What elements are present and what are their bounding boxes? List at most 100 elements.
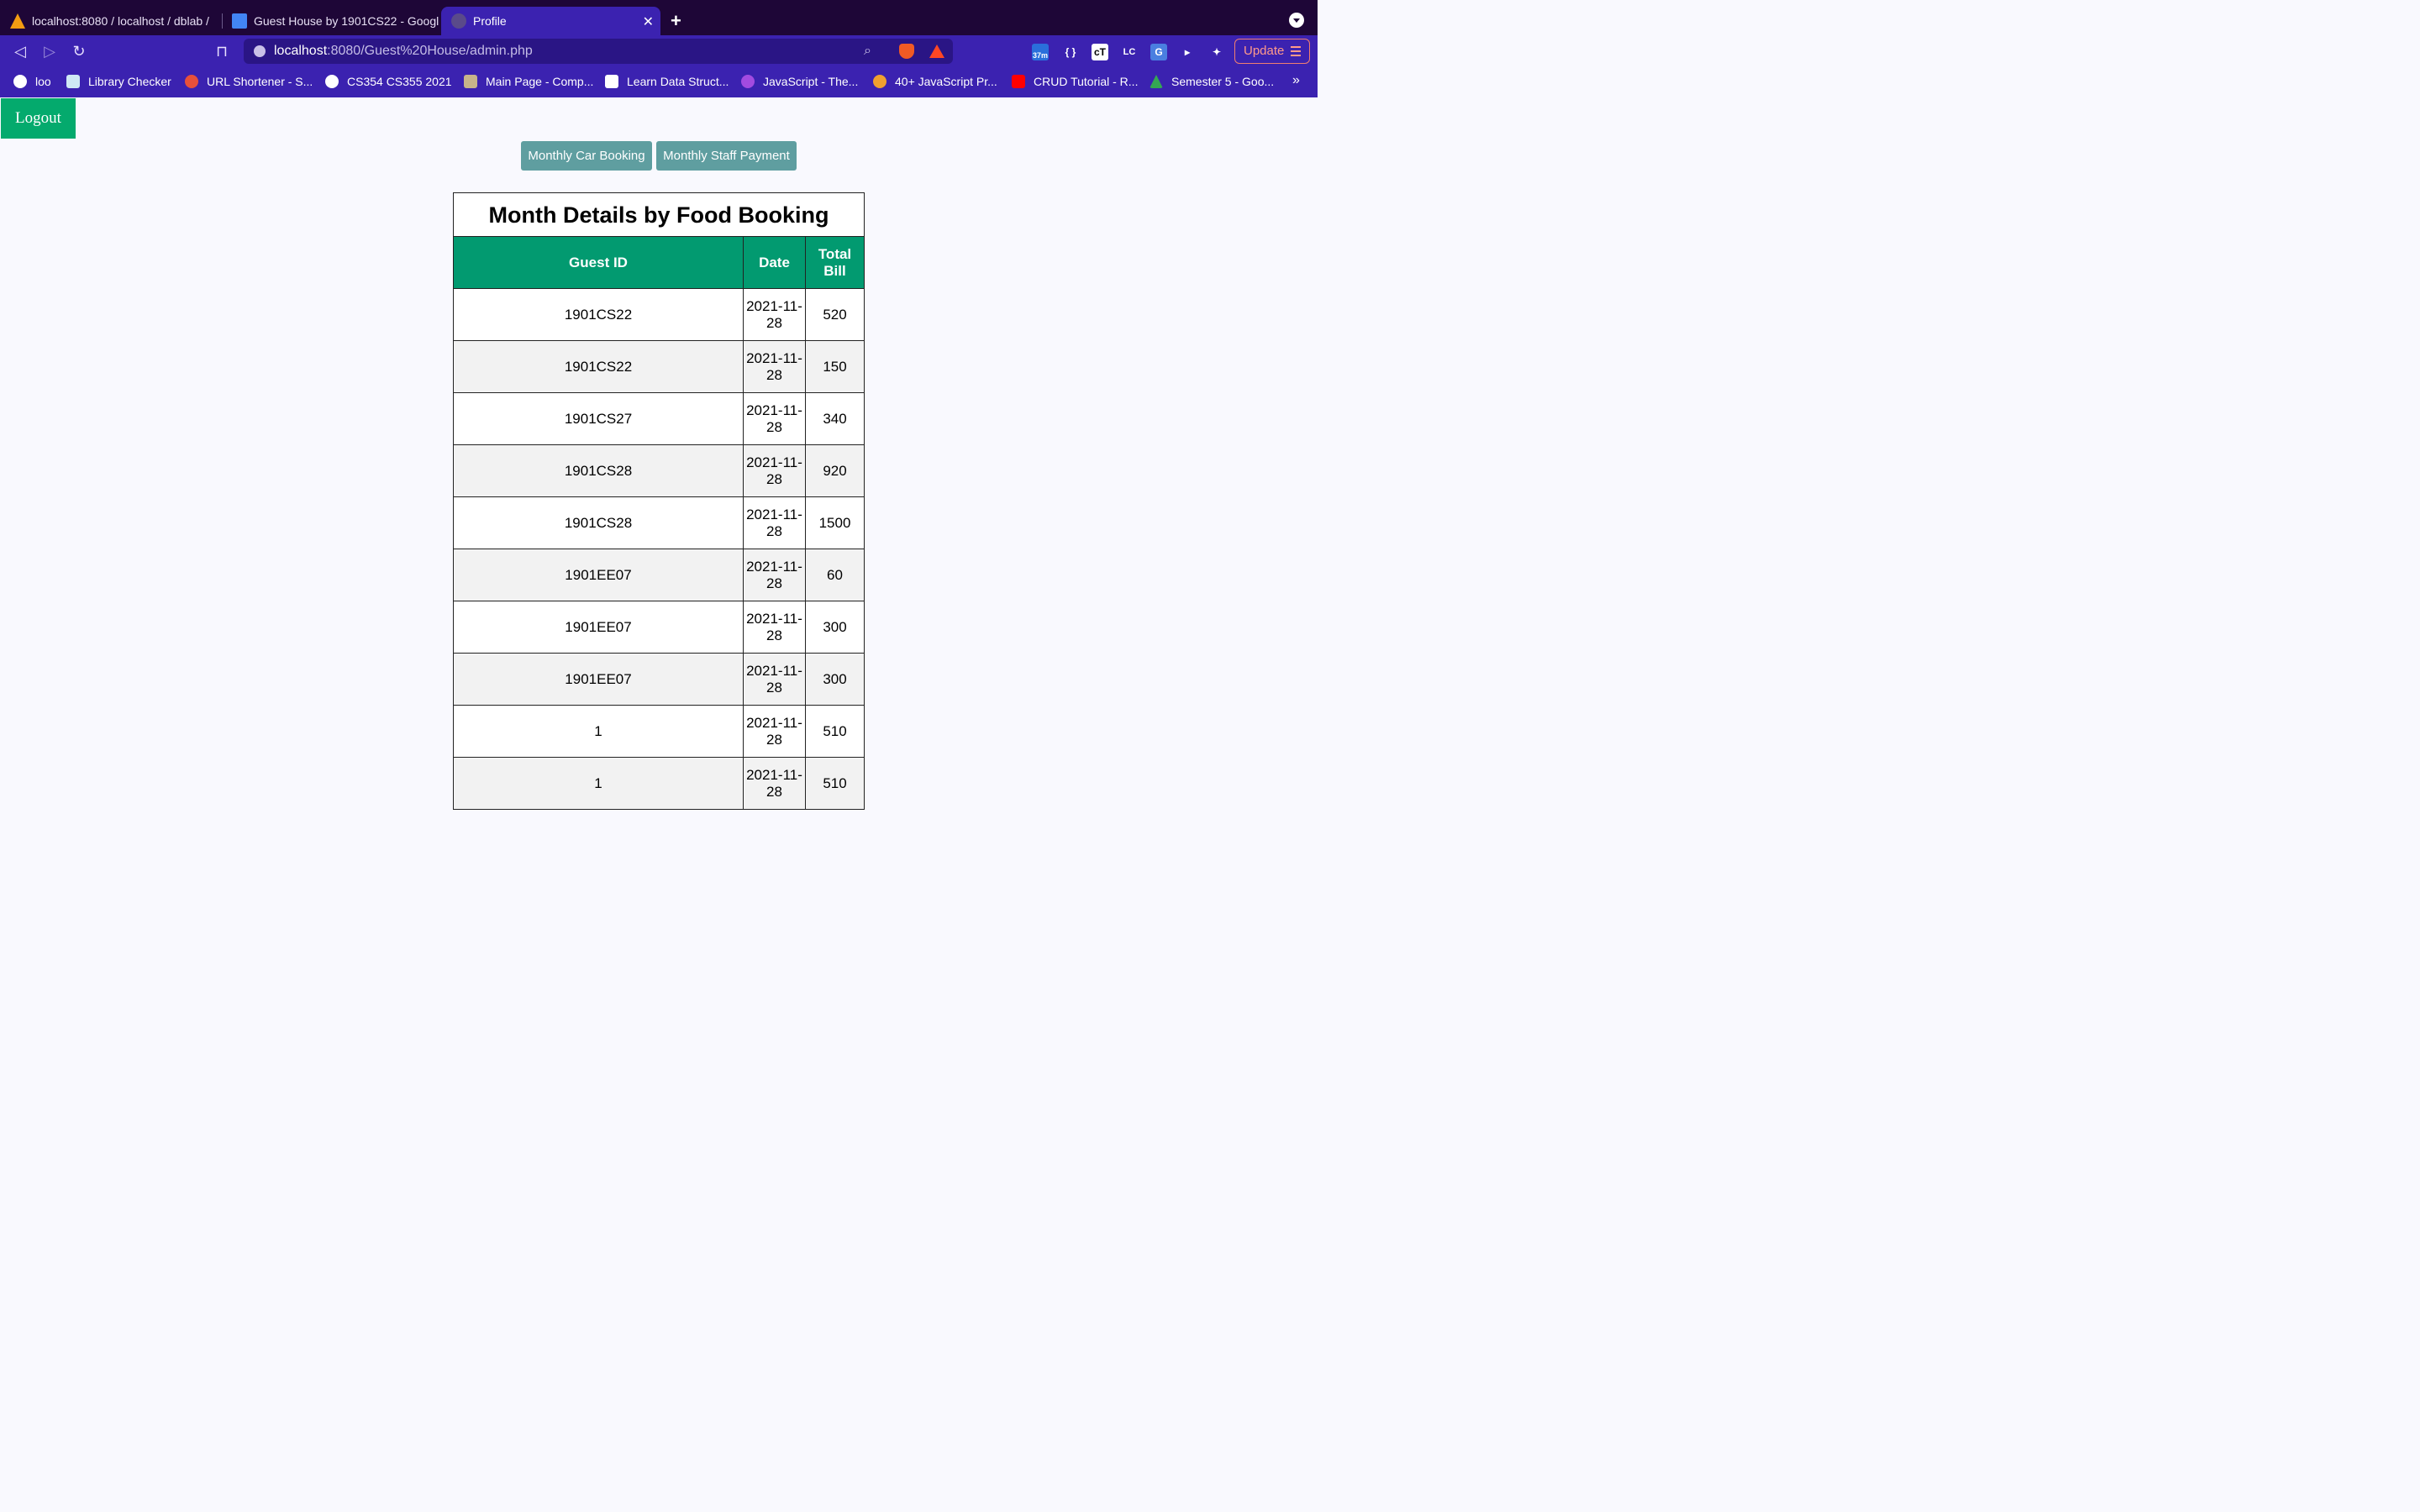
brave-shields-icon[interactable] [899,44,914,59]
bookmark-label: CS354 CS355 2021 [347,75,452,88]
date-cell: 2021-11-28 [743,601,806,654]
total-bill-cell: 150 [805,340,865,393]
forward-icon[interactable]: ▷ [40,42,59,60]
total-bill-cell: 300 [805,601,865,654]
date-cell: 2021-11-28 [743,705,806,758]
guest-id-cell: 1 [453,705,744,758]
javascript-info-icon [741,75,755,88]
leetcode-extension-icon[interactable]: LC [1121,44,1138,60]
extension-badge: 37m [1032,51,1048,60]
bookmark-label: loo [35,75,51,88]
monthly-car-booking-button[interactable]: Monthly Car Booking [521,141,652,171]
table-body: 1901CS22 2021-11-28 520 1901CS22 2021-11-28 1… [453,288,865,810]
total-bill-cell: 920 [805,444,865,497]
tab-title: Profile [473,14,507,28]
timer-extension-icon[interactable]: 37m [1032,44,1049,60]
table-header-row: Guest ID Date Total Bill [453,236,865,289]
bookmark-label: JavaScript - The... [763,75,859,88]
bookmark-item[interactable]: URL Shortener - S... [185,75,313,88]
tab-title: localhost:8080 / localhost / dblab / [32,14,209,28]
food-booking-table: Month Details by Food Booking Guest ID D… [453,192,865,810]
bookmark-label: Library Checker [88,75,171,88]
bookmark-item[interactable]: 40+ JavaScript Pr... [873,75,997,88]
bookmark-icon[interactable]: ⊓ [213,42,231,60]
table-title: Month Details by Food Booking [453,192,865,237]
column-header-date: Date [743,236,806,289]
more-bookmarks-icon[interactable]: » [1292,73,1300,88]
table-row: 1901EE07 2021-11-28 300 [453,653,865,706]
close-tab-icon[interactable]: ✕ [643,13,654,30]
player-extension-icon[interactable]: ▸ [1179,44,1196,60]
guest-id-cell: 1901CS22 [453,288,744,341]
codecademy-icon [605,75,618,88]
monthly-staff-payment-button[interactable]: Monthly Staff Payment [656,141,797,171]
bookmark-item[interactable]: Main Page - Comp... [464,75,593,88]
site-info-icon[interactable] [254,45,266,57]
bookmark-item[interactable]: Semester 5 - Goo... [1150,75,1274,88]
column-header-guest-id: Guest ID [453,236,744,289]
url-shortener-icon [185,75,198,88]
update-label: Update [1244,44,1285,58]
globe-icon [451,13,466,29]
tab-google-doc[interactable]: Guest House by 1901CS22 - Google [222,7,439,35]
extensions-puzzle-icon[interactable]: ✦ [1208,44,1225,60]
date-cell: 2021-11-28 [743,549,806,601]
date-cell: 2021-11-28 [743,496,806,549]
bookmark-label: CRUD Tutorial - R... [1034,75,1139,88]
new-tab-icon[interactable]: + [671,10,681,32]
guest-id-cell: 1901EE07 [453,653,744,706]
guest-id-cell: 1901EE07 [453,601,744,654]
total-bill-cell: 1500 [805,496,865,549]
bookmark-item[interactable]: loo [13,75,51,88]
guest-id-cell: 1901CS28 [453,496,744,549]
bookmark-item[interactable]: CS354 CS355 2021 [325,75,452,88]
translate-extension-icon[interactable]: G [1150,44,1167,60]
total-bill-cell: 300 [805,653,865,706]
date-cell: 2021-11-28 [743,288,806,341]
table-row: 1 2021-11-28 510 [453,705,865,758]
phpmyadmin-icon [10,13,25,29]
zoom-icon[interactable]: ⌕ [864,39,871,64]
total-bill-cell: 340 [805,392,865,445]
tab-title: Guest House by 1901CS22 - Google [254,14,439,28]
navigation-bar: ◁ ▷ ↻ ⊓ localhost:8080/Guest%20House/adm… [0,35,1318,67]
guest-id-cell: 1 [453,757,744,810]
table-row: 1901CS22 2021-11-28 520 [453,288,865,341]
bookmark-label: Main Page - Comp... [486,75,594,88]
table-row: 1 2021-11-28 510 [453,757,865,810]
table-row: 1901EE07 2021-11-28 300 [453,601,865,654]
menu-icon [1291,46,1301,56]
bookmarks-bar: loo Library Checker URL Shortener - S...… [0,67,1318,97]
update-button[interactable]: Update [1234,39,1310,64]
back-icon[interactable]: ◁ [11,42,29,60]
total-bill-cell: 520 [805,288,865,341]
youtube-icon [1012,75,1025,88]
table-row: 1901CS28 2021-11-28 920 [453,444,865,497]
total-bill-cell: 510 [805,757,865,810]
library-checker-icon [66,75,80,88]
bookmark-item[interactable]: JavaScript - The... [741,75,858,88]
address-bar[interactable]: localhost:8080/Guest%20House/admin.php ⌕ [244,39,953,64]
guest-id-cell: 1901CS22 [453,340,744,393]
bookmark-item[interactable]: Learn Data Struct... [605,75,729,88]
json-extension-icon[interactable]: { } [1062,44,1079,60]
column-header-total-bill: Total Bill [805,236,865,289]
total-bill-cell: 510 [805,705,865,758]
google-docs-icon [232,13,247,29]
bookmark-label: Semester 5 - Goo... [1171,75,1275,88]
guest-id-cell: 1901CS27 [453,392,744,445]
bookmark-item[interactable]: CRUD Tutorial - R... [1012,75,1138,88]
table-caption-row: Month Details by Food Booking [453,192,865,237]
tab-profile[interactable]: Profile ✕ [441,7,660,35]
bookmark-item[interactable]: Library Checker [66,75,171,88]
bookmark-label: URL Shortener - S... [207,75,313,88]
tab-strip: localhost:8080 / localhost / dblab / Gue… [0,0,1318,35]
competitive-extension-icon[interactable]: cT [1092,44,1108,60]
logout-button[interactable]: Logout [1,98,76,139]
globe-icon [13,75,27,88]
tab-phpmyadmin[interactable]: localhost:8080 / localhost / dblab / [0,7,220,35]
tab-list-icon[interactable] [1289,13,1304,28]
table-row: 1901CS22 2021-11-28 150 [453,340,865,393]
reload-icon[interactable]: ↻ [70,42,88,60]
brave-rewards-icon[interactable] [929,45,944,58]
